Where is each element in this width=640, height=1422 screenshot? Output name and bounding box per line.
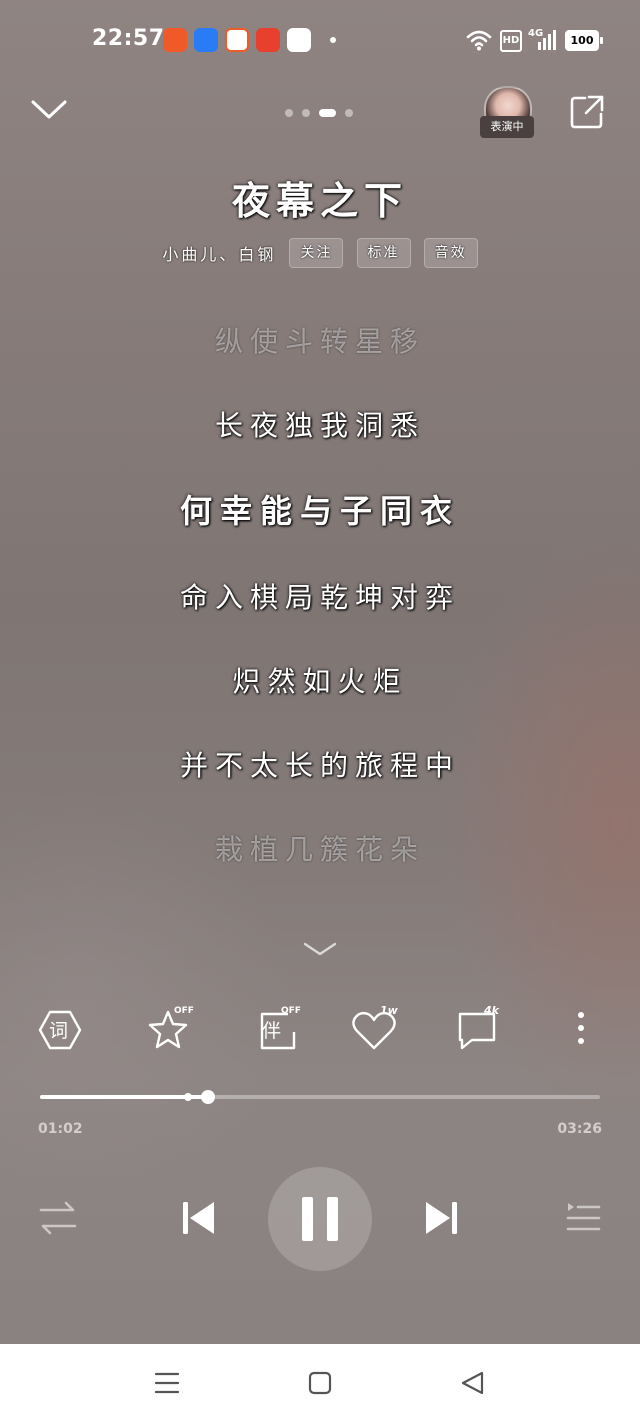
follow-button[interactable]: 关注 bbox=[289, 238, 344, 268]
chevron-down-icon[interactable] bbox=[302, 940, 338, 958]
total-time: 03:26 bbox=[557, 1121, 602, 1137]
pause-icon bbox=[302, 1197, 338, 1241]
home-icon[interactable] bbox=[308, 1371, 332, 1395]
avatar-badge: 表演中 bbox=[480, 116, 534, 138]
lyric-line: 纵使斗转星移 bbox=[214, 325, 425, 358]
artist-row: 小曲儿、白钢 关注 标准 音效 bbox=[0, 238, 640, 268]
signal-icon bbox=[538, 30, 556, 50]
app-icon-4 bbox=[256, 28, 280, 52]
comment-button[interactable]: 4k bbox=[448, 1000, 508, 1060]
play-mode-icon[interactable] bbox=[38, 1200, 78, 1236]
lyric-line: 长夜独我洞悉 bbox=[214, 409, 425, 442]
page-dot bbox=[302, 108, 310, 117]
wifi-icon bbox=[466, 30, 492, 51]
player-screen: 22:57 HD 4G 100 表演中 夜幕之下 小曲儿、白钢 关注 标准 音效… bbox=[0, 0, 640, 1344]
previous-icon[interactable] bbox=[180, 1198, 218, 1238]
app-icon-1 bbox=[163, 28, 187, 52]
lyric-line: 并不太长的旅程中 bbox=[179, 749, 460, 782]
progress-fill bbox=[40, 1095, 208, 1099]
lyric-line-current: 何幸能与子同衣 bbox=[179, 492, 460, 530]
progress-marker bbox=[184, 1093, 193, 1101]
lyric-line: 炽然如火炬 bbox=[232, 665, 408, 698]
artist-names[interactable]: 小曲儿、白钢 bbox=[162, 245, 276, 264]
page-dot-active bbox=[319, 108, 336, 117]
more-options-button[interactable] bbox=[552, 1000, 612, 1060]
lyrics-style-label: 词 bbox=[49, 1020, 69, 1042]
playlist-icon[interactable] bbox=[564, 1201, 602, 1235]
page-dot bbox=[345, 108, 353, 117]
collapse-chevron-icon[interactable] bbox=[30, 98, 68, 122]
performer-avatar-button[interactable]: 表演中 bbox=[478, 86, 536, 142]
sound-effect-button[interactable]: 音效 bbox=[423, 238, 478, 268]
app-icon-5 bbox=[287, 28, 311, 52]
favorite-off-tag: OFF bbox=[174, 1006, 194, 1016]
page-indicator bbox=[285, 102, 362, 121]
more-vertical-icon bbox=[578, 1012, 584, 1044]
menu-icon[interactable] bbox=[154, 1371, 180, 1395]
comment-count: 4k bbox=[484, 1004, 499, 1017]
lyric-line-faded: · · · · · · · · bbox=[0, 904, 640, 918]
accompany-label: 伴 bbox=[262, 1020, 282, 1042]
share-icon[interactable] bbox=[569, 94, 605, 130]
status-bar: 22:57 HD 4G 100 bbox=[0, 0, 640, 80]
quality-button[interactable]: 标准 bbox=[356, 238, 411, 268]
song-title: 夜幕之下 bbox=[231, 179, 408, 223]
accompany-off-tag: OFF bbox=[281, 1006, 301, 1016]
next-icon[interactable] bbox=[422, 1198, 460, 1238]
back-icon[interactable] bbox=[460, 1371, 486, 1395]
playback-controls bbox=[0, 1165, 640, 1275]
like-button[interactable]: 1w bbox=[342, 1000, 402, 1060]
app-icon-2 bbox=[194, 28, 218, 52]
lyrics-style-button[interactable]: 词 bbox=[30, 1000, 90, 1060]
like-count: 1w bbox=[380, 1004, 398, 1017]
player-top-nav: 表演中 bbox=[0, 80, 640, 150]
action-bar: 词 OFF 伴 OFF 1w 4k bbox=[0, 1000, 640, 1060]
notification-dot-icon bbox=[330, 37, 336, 43]
system-nav-bar bbox=[0, 1344, 640, 1422]
app-icon-3 bbox=[225, 28, 249, 52]
status-time: 22:57 bbox=[92, 26, 165, 51]
favorite-star-button[interactable]: OFF bbox=[138, 1000, 198, 1060]
accompany-button[interactable]: 伴 OFF bbox=[250, 1000, 310, 1060]
lyric-line: 栽植几簇花朵 bbox=[214, 833, 425, 866]
hd-icon: HD bbox=[500, 30, 522, 52]
current-time: 01:02 bbox=[38, 1121, 83, 1137]
progress-bar[interactable] bbox=[40, 1090, 600, 1104]
battery-icon: 100 bbox=[565, 30, 603, 51]
lyric-line: 命入棋局乾坤对弈 bbox=[179, 581, 460, 614]
pause-button[interactable] bbox=[268, 1167, 372, 1271]
page-dot bbox=[285, 108, 293, 117]
progress-thumb[interactable] bbox=[201, 1090, 215, 1104]
